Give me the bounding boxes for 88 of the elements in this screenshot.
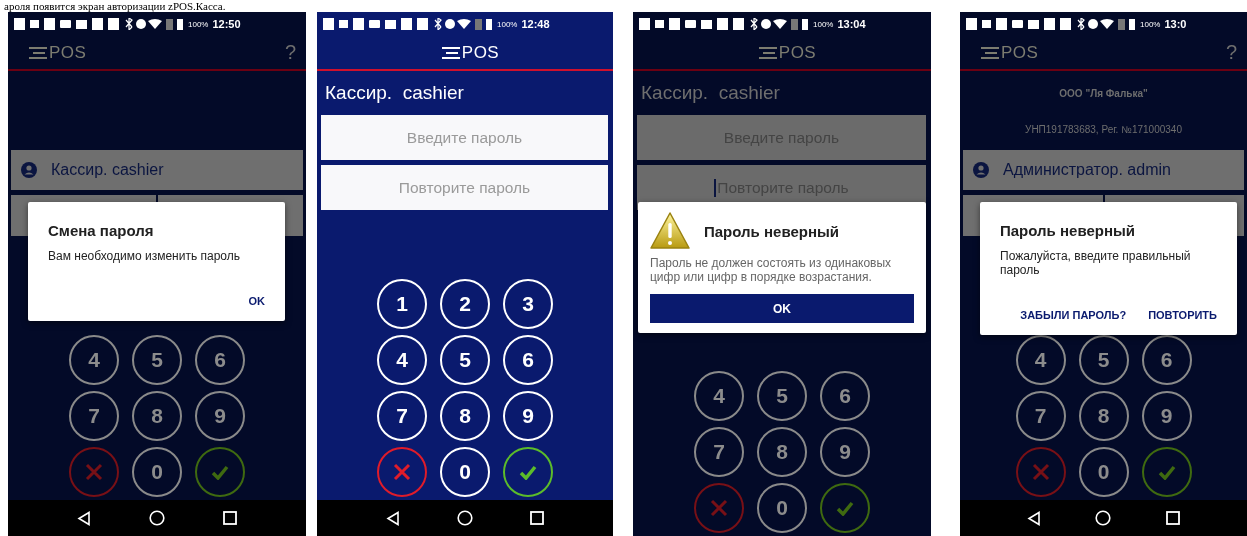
digit-key[interactable]: 0	[440, 447, 490, 497]
logo-bars-icon	[757, 46, 778, 59]
digit-key[interactable]: 7	[69, 391, 119, 441]
battery-level: 100%	[813, 19, 834, 29]
digit-key[interactable]: 7	[1015, 391, 1066, 441]
digit-key[interactable]: 4	[377, 335, 427, 385]
digit-key[interactable]: 5	[132, 335, 182, 385]
close-icon	[1031, 463, 1050, 481]
confirm-key[interactable]	[820, 483, 870, 533]
organization-id: УНП191783683, Рег. №171000340	[1025, 124, 1182, 136]
dialog-button[interactable]: ПОВТОРИТЬ	[1148, 307, 1217, 323]
dialog-title: Пароль неверный	[1000, 222, 1135, 239]
digit-key[interactable]: 8	[440, 391, 490, 441]
battery-level: 100%	[497, 19, 518, 29]
user-selector[interactable]: Администратор. admin	[963, 150, 1244, 190]
dialog-title: Пароль неверный	[704, 222, 839, 240]
user-selector[interactable]: Кассир. cashier	[11, 150, 303, 190]
digit-key[interactable]: 4	[694, 371, 744, 421]
digit-key[interactable]: 0	[132, 447, 182, 497]
digit-key[interactable]: 5	[440, 335, 490, 385]
checkmark-icon	[836, 500, 854, 516]
dialog-button[interactable]: ЗАБЫЛИ ПАРОЛЬ?	[1020, 307, 1127, 323]
app-logo: POS	[461, 42, 500, 63]
digit-key[interactable]: 9	[503, 391, 553, 441]
dialog-message: Пароль не должен состоять из одинаковых цифр или цифр в порядке возрастания.	[650, 256, 893, 284]
digit-key[interactable]: 6	[503, 335, 553, 385]
confirm-key[interactable]	[195, 447, 245, 497]
dialog-title: Смена пароля	[48, 222, 154, 239]
recents-icon[interactable]	[530, 511, 545, 525]
recents-icon[interactable]	[223, 511, 237, 525]
digit-key[interactable]: 0	[1078, 447, 1129, 497]
digit-key[interactable]: 5	[757, 371, 807, 421]
confirm-key[interactable]	[1141, 447, 1192, 497]
warning-icon	[650, 212, 690, 250]
battery-level: 100%	[1140, 19, 1161, 29]
digit-key[interactable]: 9	[820, 427, 870, 477]
dialog-button[interactable]: OK	[248, 293, 265, 309]
checkmark-icon	[519, 464, 537, 480]
clock-time: 12:50	[212, 18, 241, 30]
dialog-message: Вам необходимо изменить пароль	[48, 249, 241, 263]
clock-time: 13:0	[1164, 18, 1187, 30]
clock-time: 12:48	[521, 18, 550, 30]
app-logo: POS	[1001, 42, 1039, 63]
checkmark-icon	[1157, 464, 1176, 480]
back-icon[interactable]	[1027, 510, 1042, 526]
user-title: Кассир. cashier	[324, 81, 465, 105]
app-logo: POS	[778, 42, 817, 63]
app-logo: POS	[49, 42, 87, 63]
ok-button[interactable]: OK	[650, 294, 914, 323]
back-icon[interactable]	[77, 510, 91, 526]
user-icon	[21, 162, 37, 178]
digit-key[interactable]: 2	[440, 279, 490, 329]
home-icon[interactable]	[457, 510, 473, 526]
battery-level: 100%	[188, 19, 209, 29]
confirm-key[interactable]	[503, 447, 553, 497]
dialog-message: Пожалуйста, введите правильный пароль	[1000, 249, 1192, 277]
close-icon	[393, 463, 411, 481]
digit-key[interactable]: 6	[195, 335, 245, 385]
digit-key[interactable]: 7	[377, 391, 427, 441]
digit-key[interactable]: 8	[757, 427, 807, 477]
home-icon[interactable]	[1095, 510, 1112, 526]
digit-key[interactable]: 9	[1141, 391, 1192, 441]
close-icon	[710, 499, 728, 517]
checkmark-icon	[211, 464, 229, 480]
digit-key[interactable]: 1	[377, 279, 427, 329]
recents-icon[interactable]	[1165, 511, 1180, 525]
digit-key[interactable]: 0	[757, 483, 807, 533]
digit-key[interactable]: 8	[1078, 391, 1129, 441]
logo-bars-icon	[28, 46, 48, 59]
clock-time: 13:04	[837, 18, 866, 30]
user-icon	[973, 162, 989, 178]
digit-key[interactable]: 8	[132, 391, 182, 441]
digit-key[interactable]: 9	[195, 391, 245, 441]
digit-key[interactable]: 7	[694, 427, 744, 477]
user-title: Кассир. cashier	[640, 81, 781, 105]
organization-name: ООО "Ля Фалька"	[1059, 87, 1148, 99]
close-icon	[85, 463, 103, 481]
digit-key[interactable]: 3	[503, 279, 553, 329]
home-icon[interactable]	[149, 510, 165, 526]
logo-bars-icon	[440, 46, 461, 59]
document-caption: ароля появится экран авторизации zPOS.Касса.	[3, 0, 227, 12]
digit-key[interactable]: 4	[69, 335, 119, 385]
logo-bars-icon	[980, 46, 1000, 59]
cancel-key[interactable]	[377, 447, 427, 497]
help-button[interactable]: ?	[1225, 41, 1237, 64]
back-icon[interactable]	[385, 510, 400, 526]
help-button[interactable]: ?	[284, 41, 296, 64]
digit-key[interactable]: 6	[820, 371, 870, 421]
